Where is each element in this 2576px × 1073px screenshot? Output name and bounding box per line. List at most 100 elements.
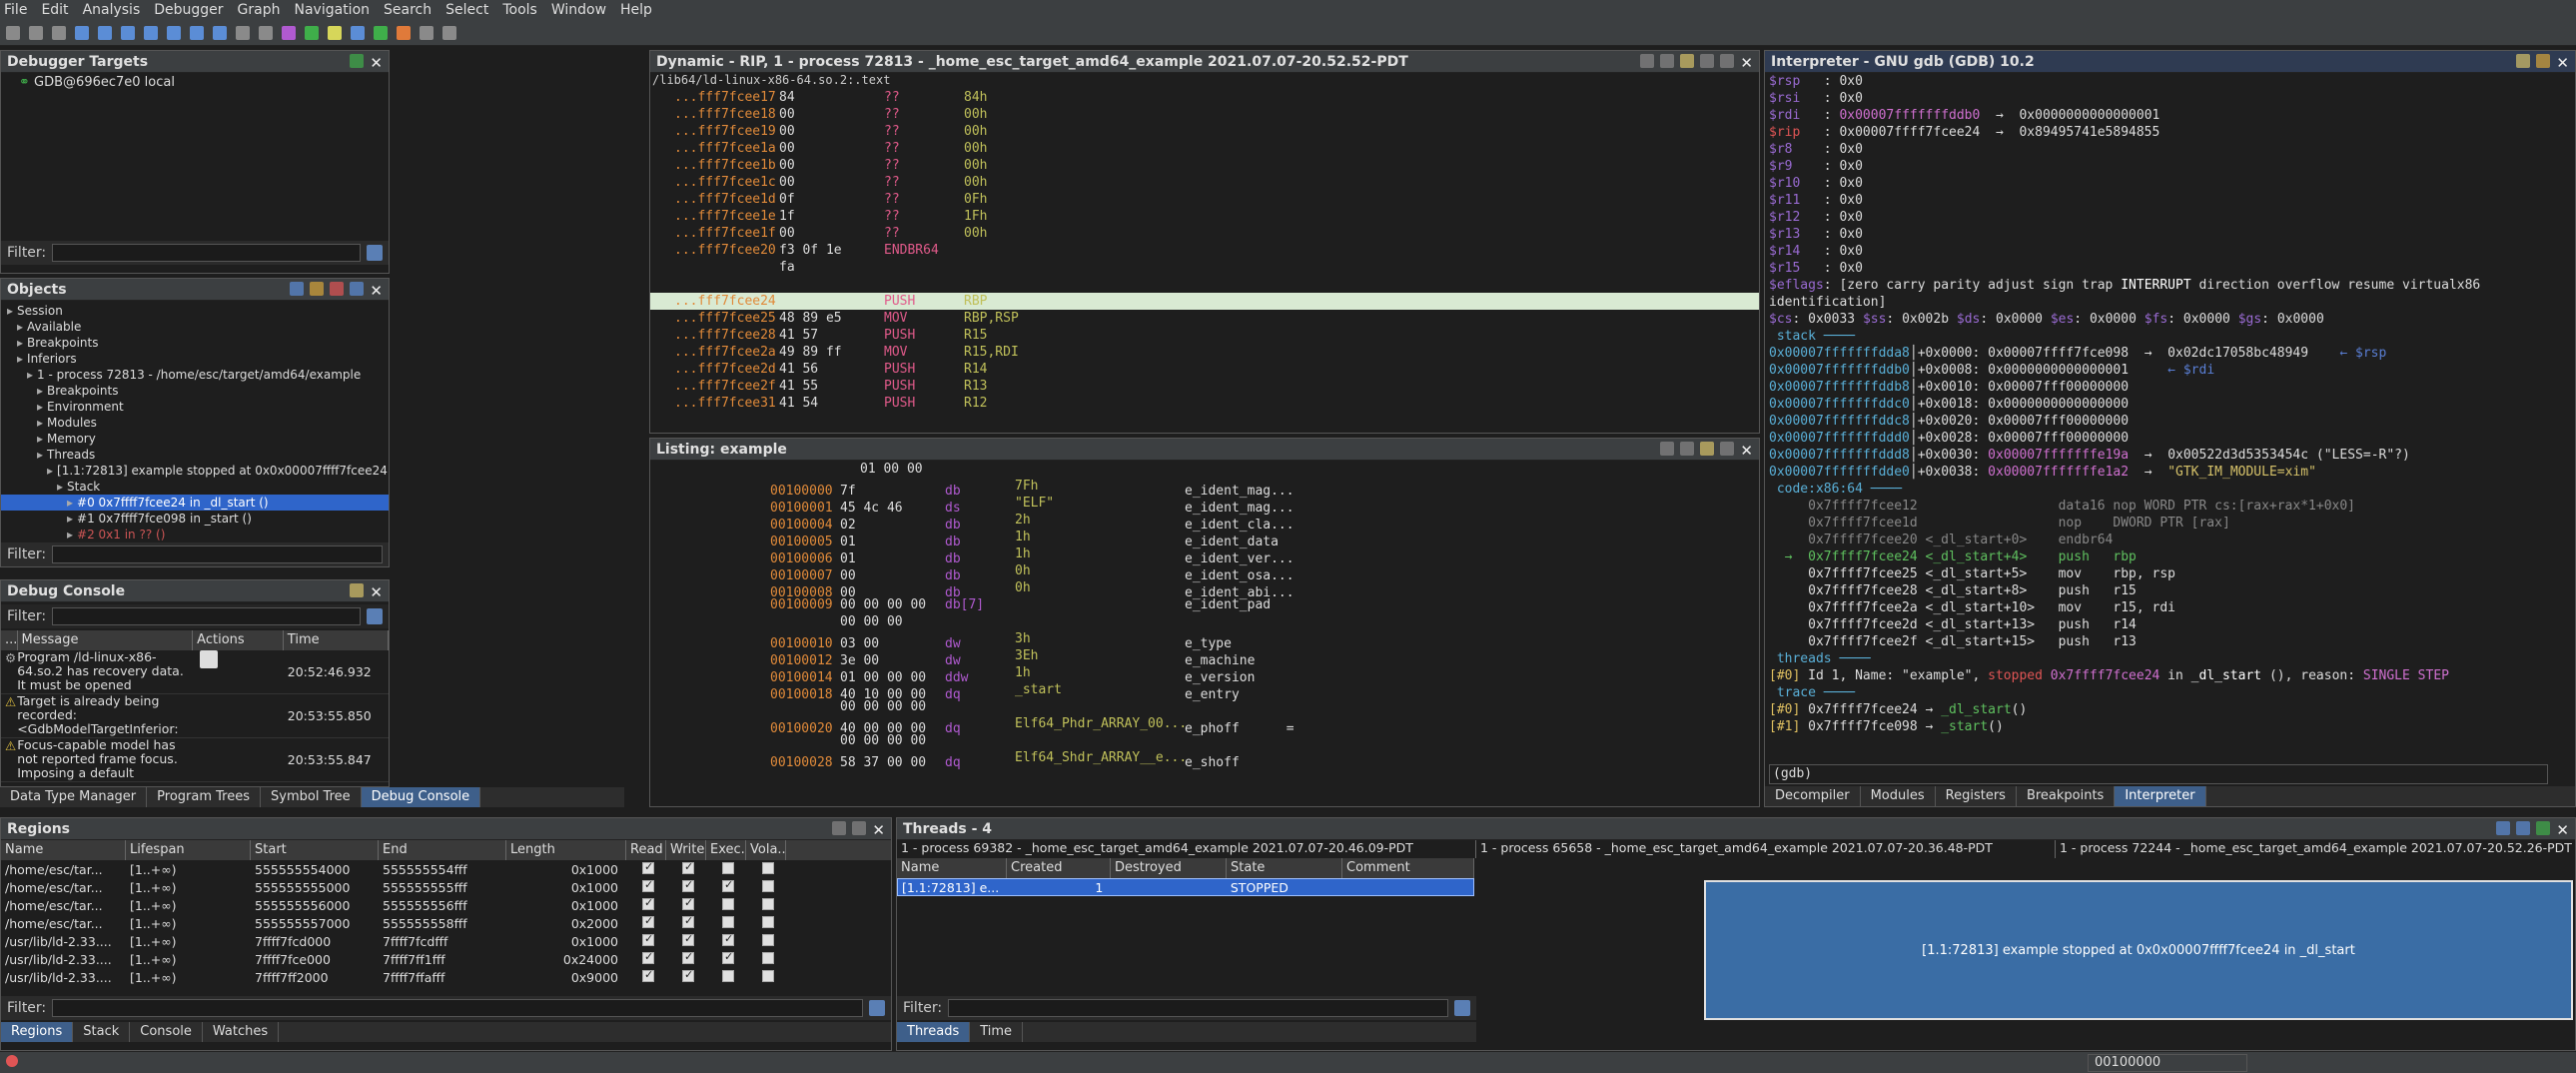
expand-icon[interactable]: ▸ bbox=[37, 384, 43, 398]
col-header[interactable]: Message bbox=[18, 630, 194, 650]
listing-line[interactable]: 00100001 45 4c 46 ds "ELF" e_ident_mag... bbox=[770, 495, 1759, 516]
folder-icon[interactable] bbox=[328, 25, 342, 40]
menu-search[interactable]: Search bbox=[384, 2, 431, 18]
region-row[interactable]: /usr/lib/ld-2.33.... [1..+∞) 7ffff7ff2000 7… bbox=[1, 968, 891, 986]
dynamic-line[interactable]: ...fff7fcee2f 41 55 PUSH R13 bbox=[674, 378, 1759, 395]
undo-icon[interactable] bbox=[236, 25, 250, 40]
filter-options-icon[interactable] bbox=[1454, 1000, 1470, 1016]
col-header[interactable]: Lifespan bbox=[126, 840, 251, 860]
track-icon[interactable] bbox=[1700, 442, 1715, 456]
thread-timeline-bar[interactable]: [1.1:72813] example stopped at 0x0x00007… bbox=[1704, 880, 2573, 1020]
window-icon[interactable] bbox=[420, 25, 433, 40]
console-row[interactable]: ⚠ Target is already being recorded: <GdbM… bbox=[1, 694, 389, 738]
open-action-icon[interactable] bbox=[199, 650, 218, 668]
dynamic-line[interactable]: ...fff7fcee2a 49 89 ff MOV R15,RDI bbox=[674, 344, 1759, 361]
target-item[interactable]: ⚭ GDB@696ec7e0 local bbox=[1, 73, 389, 92]
tree-node[interactable]: ▸ Modules bbox=[1, 415, 389, 431]
track-pc-icon[interactable] bbox=[1680, 54, 1695, 68]
listing-line[interactable]: 00100008 00 db 0h e_ident_abi... bbox=[770, 579, 1759, 600]
expand-icon[interactable]: ▸ bbox=[17, 336, 23, 350]
tab-registers[interactable]: Registers bbox=[1936, 786, 2017, 806]
tab-console[interactable]: Console bbox=[130, 1022, 203, 1042]
region-row[interactable]: /usr/lib/ld-2.33.... [1..+∞) 7ffff7fcd000 7… bbox=[1, 932, 891, 950]
help-icon[interactable] bbox=[442, 25, 456, 40]
filter-options-icon[interactable] bbox=[367, 245, 383, 261]
region-row[interactable]: /home/esc/tar... [1..+∞) 555555555000 55555… bbox=[1, 878, 891, 896]
snapshot-icon[interactable] bbox=[1720, 442, 1735, 456]
expand-icon[interactable]: ▸ bbox=[37, 400, 43, 414]
checkbox[interactable] bbox=[682, 861, 694, 874]
sync-icon[interactable] bbox=[2536, 821, 2551, 835]
filter-options-icon[interactable] bbox=[869, 1000, 885, 1016]
pause-icon[interactable] bbox=[2536, 54, 2551, 68]
menu-analysis[interactable]: Analysis bbox=[83, 2, 141, 18]
tree-node[interactable]: ▸ Inferiors bbox=[1, 351, 389, 367]
tab-modules[interactable]: Modules bbox=[1861, 786, 1936, 806]
dynamic-line[interactable]: ...fff7fcee25 48 89 e5 MOV RBP,RSP bbox=[674, 310, 1759, 327]
refresh-icon[interactable] bbox=[350, 282, 365, 296]
close-icon[interactable]: ✕ bbox=[370, 583, 383, 601]
filter-input[interactable] bbox=[52, 607, 361, 625]
tab-interpreter[interactable]: Interpreter bbox=[2115, 786, 2206, 806]
checkbox[interactable] bbox=[762, 933, 774, 946]
expand-icon[interactable]: ▸ bbox=[17, 320, 23, 334]
tab-decompiler[interactable]: Decompiler bbox=[1765, 786, 1861, 806]
tree-node[interactable]: ▸ Breakpoints bbox=[1, 335, 389, 351]
expand-icon[interactable]: ▸ bbox=[37, 416, 43, 430]
menu-help[interactable]: Help bbox=[620, 2, 652, 18]
nav-icon[interactable] bbox=[144, 25, 158, 40]
dynamic-line[interactable]: ...fff7fcee1d 0f?? 0Fh bbox=[674, 191, 1759, 208]
col-header[interactable]: Comment bbox=[1342, 858, 1474, 878]
menu-tools[interactable]: Tools bbox=[502, 2, 537, 18]
tab-symbol-tree[interactable]: Symbol Tree bbox=[261, 787, 362, 807]
dynamic-line[interactable]: fa bbox=[674, 259, 1759, 276]
listing-line[interactable]: 00100005 01 db 1h e_ident_data bbox=[770, 529, 1759, 549]
expand-icon[interactable]: ▸ bbox=[47, 464, 53, 478]
close-icon[interactable]: ✕ bbox=[1740, 54, 1753, 72]
seek-back-icon[interactable] bbox=[2496, 821, 2511, 835]
tree-node[interactable]: ▸ Stack bbox=[1, 479, 389, 495]
dynamic-line[interactable]: ...fff7fcee19 00?? 00h bbox=[674, 123, 1759, 140]
col-header[interactable]: Name bbox=[897, 858, 1007, 878]
checkbox[interactable] bbox=[762, 951, 774, 964]
gdb-input[interactable]: (gdb) bbox=[1769, 764, 2548, 784]
connect-icon[interactable] bbox=[350, 54, 365, 68]
tree-node[interactable]: ▸ Session bbox=[1, 303, 389, 319]
filter-input[interactable] bbox=[52, 999, 863, 1017]
checkbox[interactable] bbox=[762, 879, 774, 892]
timeline-trace[interactable]: 1 - process 65658 - _home_esc_target_amd… bbox=[1476, 840, 2056, 858]
listing-line[interactable]: 00100028 58 37 00 00 dq Elf64_Shdr_ARRAY__e… bbox=[770, 749, 1759, 770]
region-row[interactable]: /home/esc/tar... [1..+∞) 555555556000 55555… bbox=[1, 896, 891, 914]
dynamic-line[interactable] bbox=[674, 276, 1759, 293]
step-into-icon[interactable] bbox=[290, 282, 305, 296]
col-header[interactable]: Write bbox=[666, 840, 706, 860]
forward-icon[interactable] bbox=[52, 25, 66, 40]
dynamic-line[interactable]: ...fff7fcee1a 00?? 00h bbox=[674, 140, 1759, 157]
checkbox[interactable] bbox=[722, 879, 734, 892]
tree-node[interactable]: ▸ Memory bbox=[1, 431, 389, 447]
dynamic-line[interactable]: ...fff7fcee1b 00?? 00h bbox=[674, 157, 1759, 174]
col-header[interactable]: Name bbox=[1, 840, 126, 860]
col-header[interactable]: End bbox=[379, 840, 506, 860]
checkbox[interactable] bbox=[762, 897, 774, 910]
region-row[interactable]: /home/esc/tar... [1..+∞) 555555554000 55555… bbox=[1, 860, 891, 878]
expand-icon[interactable]: ▸ bbox=[57, 480, 63, 494]
checkbox[interactable] bbox=[642, 897, 654, 910]
checkbox[interactable] bbox=[642, 969, 654, 982]
tab-breakpoints[interactable]: Breakpoints bbox=[2017, 786, 2116, 806]
listing-line[interactable]: 00100006 01 db 1h e_ident_ver... bbox=[770, 545, 1759, 566]
region-row[interactable]: /usr/lib/ld-2.33.... [1..+∞) 7ffff7fce000 7… bbox=[1, 950, 891, 968]
dynamic-line[interactable]: ...fff7fcee1f 00?? 00h bbox=[674, 225, 1759, 242]
nav-icon[interactable] bbox=[98, 25, 112, 40]
copy-icon[interactable] bbox=[1660, 442, 1675, 456]
tab-program-trees[interactable]: Program Trees bbox=[147, 787, 261, 807]
col-header[interactable]: Created bbox=[1007, 858, 1111, 878]
nav-icon[interactable] bbox=[75, 25, 89, 40]
col-header[interactable]: Vola... bbox=[746, 840, 786, 860]
expand-icon[interactable]: ▸ bbox=[67, 496, 73, 510]
debug-icon[interactable] bbox=[282, 25, 296, 40]
checkbox[interactable] bbox=[722, 915, 734, 928]
timeline-trace[interactable]: 1 - process 72244 - _home_esc_target_amd… bbox=[2056, 840, 2575, 858]
checkbox[interactable] bbox=[682, 879, 694, 892]
listing-line[interactable]: 00100014 01 00 00 00 ddw 1h e_version bbox=[770, 664, 1759, 685]
